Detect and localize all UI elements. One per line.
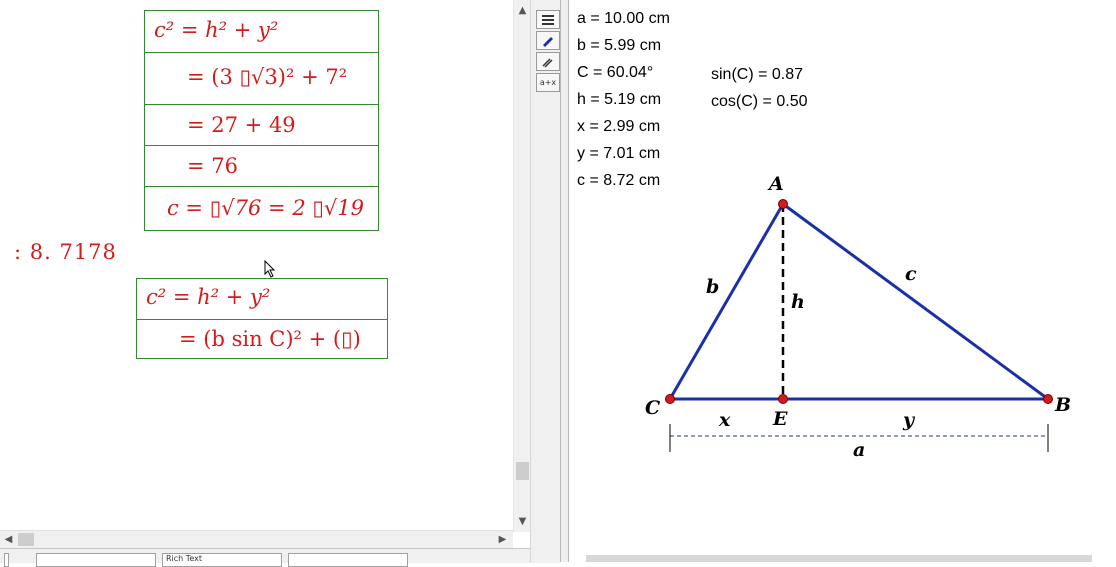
label-a-dimension[interactable]: a [853,439,865,461]
point-e[interactable] [778,394,788,404]
triangle-diagram[interactable]: A C B E b c h x y a [0,0,1116,562]
label-side-b[interactable]: b [706,276,719,298]
point-a[interactable] [778,199,788,209]
label-h[interactable]: h [791,291,805,313]
side-c[interactable] [782,202,1049,401]
label-x[interactable]: x [718,409,731,431]
canvas-bottom-scrollbar[interactable] [586,555,1092,562]
label-c[interactable]: C [645,397,660,419]
label-side-c[interactable]: c [905,263,917,285]
point-c[interactable] [665,394,675,404]
point-b[interactable] [1043,394,1053,404]
side-b[interactable] [668,203,785,400]
label-e[interactable]: E [772,408,788,430]
label-a[interactable]: A [767,173,784,195]
label-y[interactable]: y [902,409,916,431]
label-b[interactable]: B [1054,394,1071,416]
